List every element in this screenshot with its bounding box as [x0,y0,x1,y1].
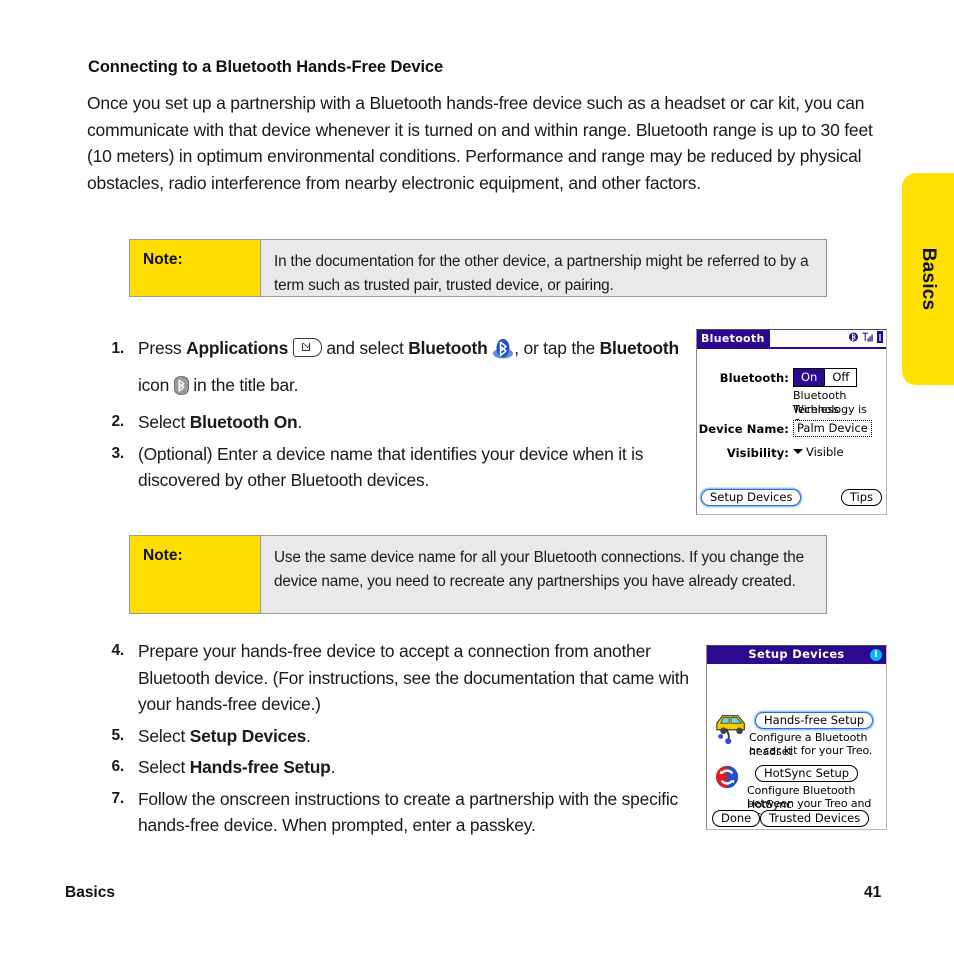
note-box: Note: In the documentation for the other… [129,239,827,297]
side-tab-label: Basics [918,247,939,311]
chevron-down-icon [793,449,803,454]
signal-strength-icon [862,332,873,342]
tips-button[interactable]: Tips [840,489,882,506]
toggle-option-on[interactable]: On [794,369,825,386]
bluetooth-toggle-label: Bluetooth: [719,371,789,385]
bluetooth-app-icon [493,339,514,359]
step-text: Select Setup Devices. [138,725,311,746]
step-text: Press Applications and select Bluetooth … [138,338,679,395]
hands-free-setup-button[interactable]: Hands-free Setup [755,712,874,729]
car-headset-icon [716,715,745,744]
note-text: Use the same device name for all your Bl… [261,536,826,613]
hotsync-setup-button[interactable]: HotSync Setup [755,765,859,782]
info-icon[interactable]: i [870,648,882,661]
step-text: (Optional) Enter a device name that iden… [138,443,644,491]
side-thumb-tab-basics: Basics [902,173,954,385]
device-name-label: Device Name: [698,422,789,436]
step-item: 5. Select Setup Devices. [100,723,700,750]
setup-devices-title-bar: Setup Devices i [707,646,886,664]
step-item: 7. Follow the onscreen instructions to cr… [100,786,700,839]
step-item: 2. Select Bluetooth On. [100,409,680,436]
applications-key-icon [292,338,322,357]
step-text: Prepare your hands-free device to accept… [138,641,689,714]
bluetooth-screen-title: Bluetooth [697,330,770,347]
step-number: 7. [111,789,124,807]
bluetooth-screen-body: Bluetooth: On Off Bluetooth Wireless Tec… [697,349,886,514]
done-button[interactable]: Done [712,810,761,827]
step-text: Select Bluetooth On. [138,412,303,432]
bluetooth-icon [849,332,858,342]
note-text: In the documentation for the other devic… [261,240,826,296]
toggle-option-off[interactable]: Off [824,369,857,386]
bluetooth-on-off-toggle[interactable]: On Off [793,368,858,387]
setup-devices-button[interactable]: Setup Devices [701,489,802,506]
hands-free-desc-line2: or car kit for your Treo. [749,744,873,757]
trusted-devices-button[interactable]: Trusted Devices [760,810,870,827]
step-item: 6. Select Hands-free Setup. [100,754,700,781]
setup-devices-screen-body: Hands-free Setup Configure a Bluetooth h… [707,664,886,830]
note-label: Note: [130,536,261,613]
step-number: 4. [111,642,124,659]
step-item: 1. Press Applications and select Bluetoot… [100,330,680,404]
bluetooth-title-bar: Bluetooth [697,330,886,349]
setup-devices-screen-title: Setup Devices [748,647,845,661]
section-heading: Connecting to a Bluetooth Hands-Free Dev… [88,58,444,76]
step-text: Select Hands-free Setup. [138,757,336,777]
hotsync-icon [715,765,739,789]
screenshot-bluetooth-screen: Bluetooth Bluetooth: On Off Bluetooth Wi… [696,329,887,515]
step-number: 1. [111,340,124,357]
status-icon-group [849,331,883,343]
steps-list-1: 1. Press Applications and select Bluetoot… [100,330,680,499]
visibility-label: Visibility: [726,446,789,460]
device-name-field[interactable]: Palm Device [793,420,872,437]
page-number: 41 [864,884,882,901]
step-number: 6. [111,758,124,775]
steps-list-2: 4. Prepare your hands-free device to acce… [100,638,700,844]
step-text: Follow the onscreen instructions to crea… [138,788,679,836]
battery-icon [877,331,883,343]
note-box: Note: Use the same device name for all y… [129,535,827,614]
bluetooth-titlebar-icon [173,376,189,395]
step-item: 4. Prepare your hands-free device to acce… [100,638,700,718]
step-item: 3. (Optional) Enter a device name that id… [100,441,680,494]
visibility-selector[interactable]: Visible [793,445,844,459]
step-number: 5. [111,726,124,744]
footer-section-name: Basics [65,884,115,901]
visibility-value: Visible [806,445,844,459]
document-page: Basics Connecting to a Bluetooth Hands-F… [0,0,954,954]
step-number: 3. [111,444,124,462]
screenshot-setup-devices-screen: Setup Devices i Hands-free Setup Configu… [706,645,887,830]
note-label: Note: [130,240,261,296]
intro-paragraph: Once you set up a partnership with a Blu… [87,93,873,193]
step-number: 2. [111,413,124,430]
